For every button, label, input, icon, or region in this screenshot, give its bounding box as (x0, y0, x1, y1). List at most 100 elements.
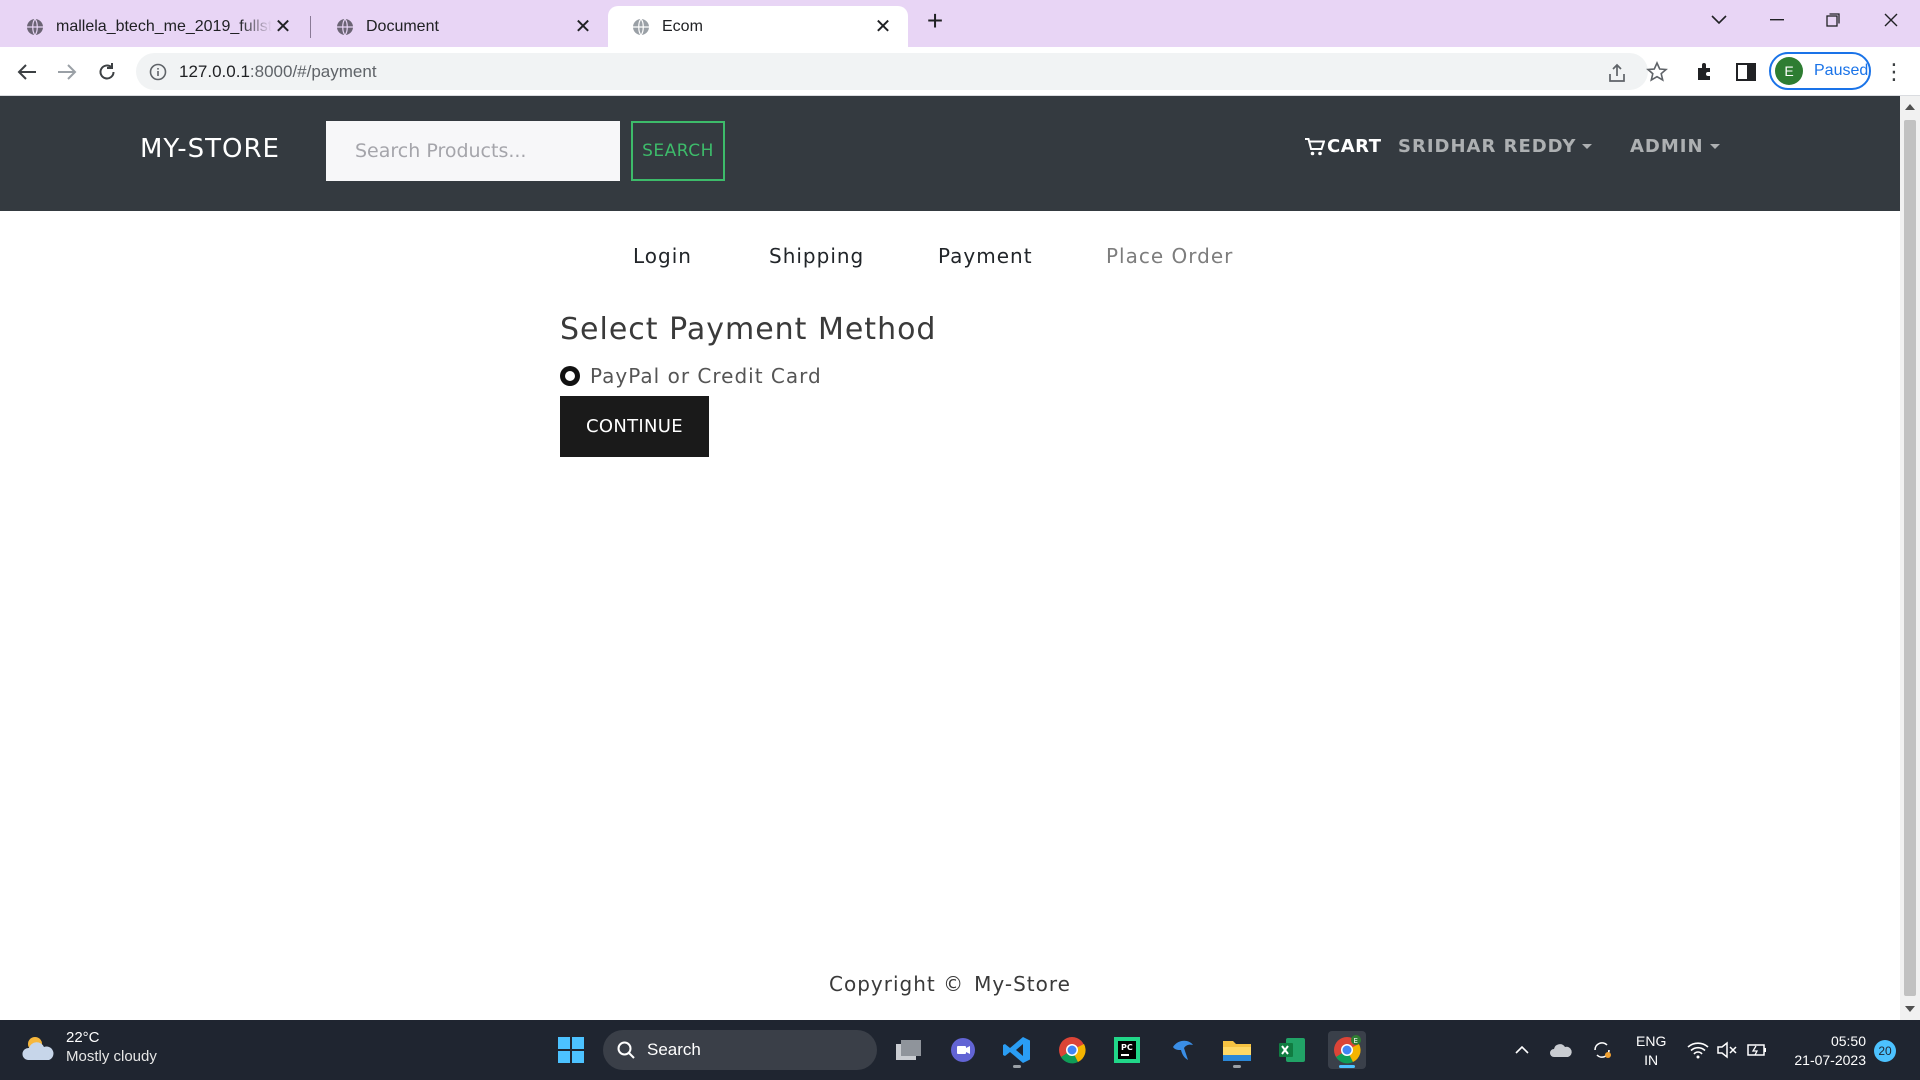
page-viewport: MY-STORE SEARCH CART SRIDHAR REDDY ADMIN… (0, 96, 1900, 1020)
page-title: Select Payment Method (560, 312, 937, 347)
weather-temp: 22°C (66, 1029, 100, 1046)
new-tab-button[interactable]: + (920, 6, 950, 36)
taskbar-search[interactable]: Search (603, 1030, 877, 1070)
site-info-icon[interactable] (149, 63, 167, 81)
tab-title: mallela_btech_me_2019_fullstack_ (56, 17, 272, 35)
avatar: E (1775, 57, 1803, 85)
volume-muted-icon[interactable] (1715, 1038, 1739, 1062)
copyright-owner: My-Store (974, 972, 1071, 996)
browser-tab-ecom[interactable]: Ecom ✕ (608, 6, 908, 47)
clock-time: 05:50 (1830, 1033, 1866, 1049)
globe-icon (633, 18, 649, 35)
browser-menu-icon[interactable]: ⋮ (1882, 60, 1906, 84)
caret-down-icon (1709, 144, 1720, 149)
weather-widget[interactable]: 22°C Mostly cloudy (22, 1029, 157, 1067)
step-shipping[interactable]: Shipping (769, 244, 864, 268)
teams-chat-icon[interactable] (944, 1031, 982, 1069)
taskbar: 22°C Mostly cloudy Search PC E ENG IN 05… (0, 1020, 1920, 1080)
tab-separator (310, 16, 311, 38)
svg-text:PC: PC (1121, 1043, 1133, 1052)
checkout-steps: Login Shipping Payment Place Order (0, 244, 1900, 278)
browser-tab-document[interactable]: Document ✕ (312, 6, 608, 47)
windows-logo-icon (558, 1037, 584, 1063)
language-indicator[interactable]: ENG IN (1636, 1032, 1666, 1070)
browser-tab-mallela[interactable]: mallela_btech_me_2019_fullstack_ ✕ (2, 6, 308, 47)
profile-paused-button[interactable]: E Paused (1769, 52, 1871, 90)
language-code: ENG (1636, 1033, 1667, 1049)
close-window-button[interactable] (1866, 0, 1916, 40)
search-input[interactable] (326, 121, 620, 181)
notification-badge[interactable]: 20 (1874, 1040, 1896, 1062)
copyright-label: Copyright © (829, 972, 965, 996)
scrollbar-thumb[interactable] (1904, 120, 1916, 996)
system-clock[interactable]: 05:50 21-07-2023 (1786, 1032, 1866, 1070)
running-indicator (1013, 1065, 1021, 1068)
restore-button[interactable] (1808, 0, 1858, 40)
forward-button[interactable] (52, 57, 82, 87)
share-icon[interactable] (1606, 62, 1628, 84)
step-login[interactable]: Login (633, 244, 692, 268)
admin-label: ADMIN (1630, 136, 1704, 157)
tab-title: Document (366, 17, 439, 35)
site-navbar: MY-STORE SEARCH CART SRIDHAR REDDY ADMIN (0, 96, 1900, 211)
side-panel-icon[interactable] (1734, 60, 1758, 84)
chrome-profile-icon[interactable]: E (1328, 1031, 1366, 1069)
excel-icon[interactable] (1273, 1031, 1311, 1069)
close-tab-icon[interactable]: ✕ (872, 16, 894, 38)
chrome-icon[interactable] (1053, 1031, 1091, 1069)
address-bar[interactable]: 127.0.0.1:8000/#/payment (136, 53, 1648, 90)
taskbar-search-label: Search (647, 1040, 701, 1059)
wifi-icon[interactable] (1686, 1038, 1710, 1062)
file-explorer-icon[interactable] (1218, 1031, 1256, 1069)
cart-icon (1305, 137, 1325, 155)
step-payment[interactable]: Payment (938, 244, 1033, 268)
task-view-icon[interactable] (889, 1031, 927, 1069)
caret-down-icon (1582, 144, 1593, 149)
active-indicator (1339, 1065, 1355, 1068)
dolphin-app-icon[interactable] (1163, 1031, 1201, 1069)
globe-icon (27, 18, 43, 35)
svg-text:E: E (1354, 1037, 1358, 1045)
pycharm-icon[interactable]: PC (1108, 1031, 1146, 1069)
continue-button[interactable]: CONTINUE (560, 396, 709, 457)
paypal-option[interactable]: PayPal or Credit Card (560, 364, 822, 388)
footer: Copyright © My-Store (0, 972, 1900, 996)
clock-date: 21-07-2023 (1794, 1052, 1866, 1068)
back-button[interactable] (12, 57, 42, 87)
search-icon (617, 1041, 635, 1059)
vscode-icon[interactable] (998, 1031, 1036, 1069)
browser-toolbar: 127.0.0.1:8000/#/payment E Paused ⋮ (0, 47, 1920, 96)
tab-title: Ecom (662, 17, 703, 35)
user-menu-dropdown[interactable]: SRIDHAR REDDY (1398, 136, 1593, 157)
battery-charging-icon[interactable] (1745, 1038, 1769, 1062)
cart-label: CART (1327, 136, 1382, 157)
globe-icon (337, 18, 353, 35)
brand-logo[interactable]: MY-STORE (140, 134, 280, 164)
payment-form: Select Payment Method PayPal or Credit C… (560, 312, 937, 457)
close-tab-icon[interactable]: ✕ (572, 16, 594, 38)
close-tab-icon[interactable]: ✕ (272, 16, 294, 38)
paypal-radio[interactable] (560, 366, 580, 386)
scroll-down-icon[interactable] (1905, 1006, 1915, 1012)
minimize-button[interactable] (1752, 0, 1802, 40)
reload-button[interactable] (92, 57, 122, 87)
tab-search-chevron-icon[interactable] (1694, 0, 1744, 40)
show-hidden-icons-chevron[interactable] (1510, 1038, 1534, 1062)
start-button[interactable] (552, 1031, 590, 1069)
page-scrollbar[interactable] (1900, 96, 1920, 1020)
scroll-up-icon[interactable] (1905, 104, 1915, 110)
paypal-radio-label[interactable]: PayPal or Credit Card (590, 364, 822, 388)
search-button[interactable]: SEARCH (631, 121, 725, 181)
extensions-puzzle-icon[interactable] (1694, 60, 1718, 84)
cart-link[interactable]: CART (1305, 136, 1381, 157)
admin-menu-dropdown[interactable]: ADMIN (1630, 136, 1720, 157)
running-indicator (1233, 1065, 1241, 1068)
bookmark-star-icon[interactable] (1646, 61, 1668, 83)
step-place-order: Place Order (1106, 244, 1234, 268)
profile-status: Paused (1814, 62, 1869, 79)
region-code: IN (1644, 1052, 1659, 1068)
sync-icon[interactable] (1590, 1038, 1614, 1062)
weather-condition: Mostly cloudy (66, 1048, 157, 1065)
onedrive-icon[interactable] (1549, 1038, 1573, 1062)
tab-strip: mallela_btech_me_2019_fullstack_ ✕ Docum… (0, 0, 1920, 47)
